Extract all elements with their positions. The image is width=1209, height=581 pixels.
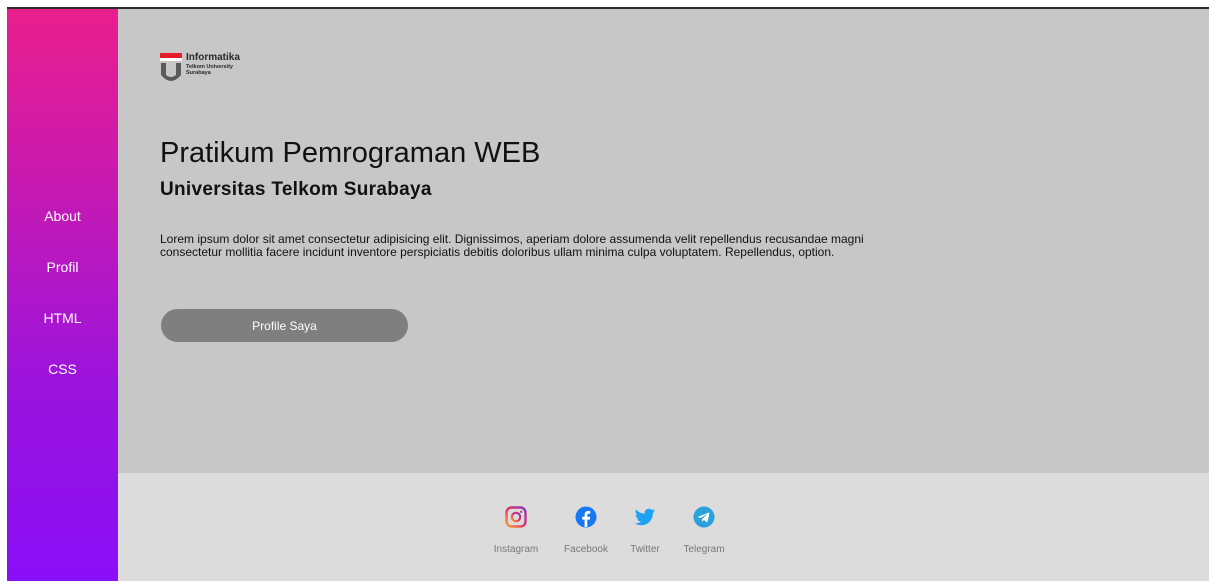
- nav-item-css[interactable]: CSS: [7, 361, 118, 412]
- social-link-facebook[interactable]: Facebook: [556, 506, 616, 555]
- page-title: Pratikum Pemrograman WEB: [160, 137, 541, 169]
- sidebar: About Profil HTML CSS: [7, 9, 118, 581]
- logo-title: Informatika: [186, 52, 240, 63]
- logo-subtitle-city: Surabaya: [186, 70, 211, 76]
- main-content: Informatika Telkom University Surabaya P…: [118, 9, 1209, 473]
- social-label-facebook: Facebook: [564, 544, 608, 555]
- social-links: Instagram Facebook Twitter Telegram: [118, 473, 1209, 581]
- social-link-twitter[interactable]: Twitter: [624, 506, 666, 555]
- social-label-instagram: Instagram: [493, 544, 539, 555]
- facebook-icon: [575, 506, 597, 528]
- telkom-university-logo-icon: [160, 53, 182, 81]
- page-subtitle: Universitas Telkom Surabaya: [160, 179, 432, 200]
- nav-item-about[interactable]: About: [7, 208, 118, 259]
- footer: Instagram Facebook Twitter Telegram: [118, 473, 1209, 581]
- instagram-icon: [505, 506, 527, 528]
- social-label-twitter: Twitter: [630, 544, 660, 555]
- nav-item-profil[interactable]: Profil: [7, 259, 118, 310]
- nav-item-html[interactable]: HTML: [7, 310, 118, 361]
- social-link-telegram[interactable]: Telegram: [676, 506, 732, 555]
- twitter-icon: [634, 508, 656, 526]
- telegram-icon: [693, 506, 715, 528]
- social-link-instagram[interactable]: Instagram: [486, 506, 546, 555]
- hero-description: Lorem ipsum dolor sit amet consectetur a…: [160, 232, 864, 259]
- social-label-telegram: Telegram: [683, 544, 725, 555]
- profile-button[interactable]: Profile Saya: [161, 309, 408, 342]
- informatika-logo: Informatika Telkom University Surabaya: [160, 52, 280, 86]
- sidebar-nav: About Profil HTML CSS: [7, 208, 118, 412]
- logo-text: Informatika Telkom University Surabaya: [186, 52, 240, 76]
